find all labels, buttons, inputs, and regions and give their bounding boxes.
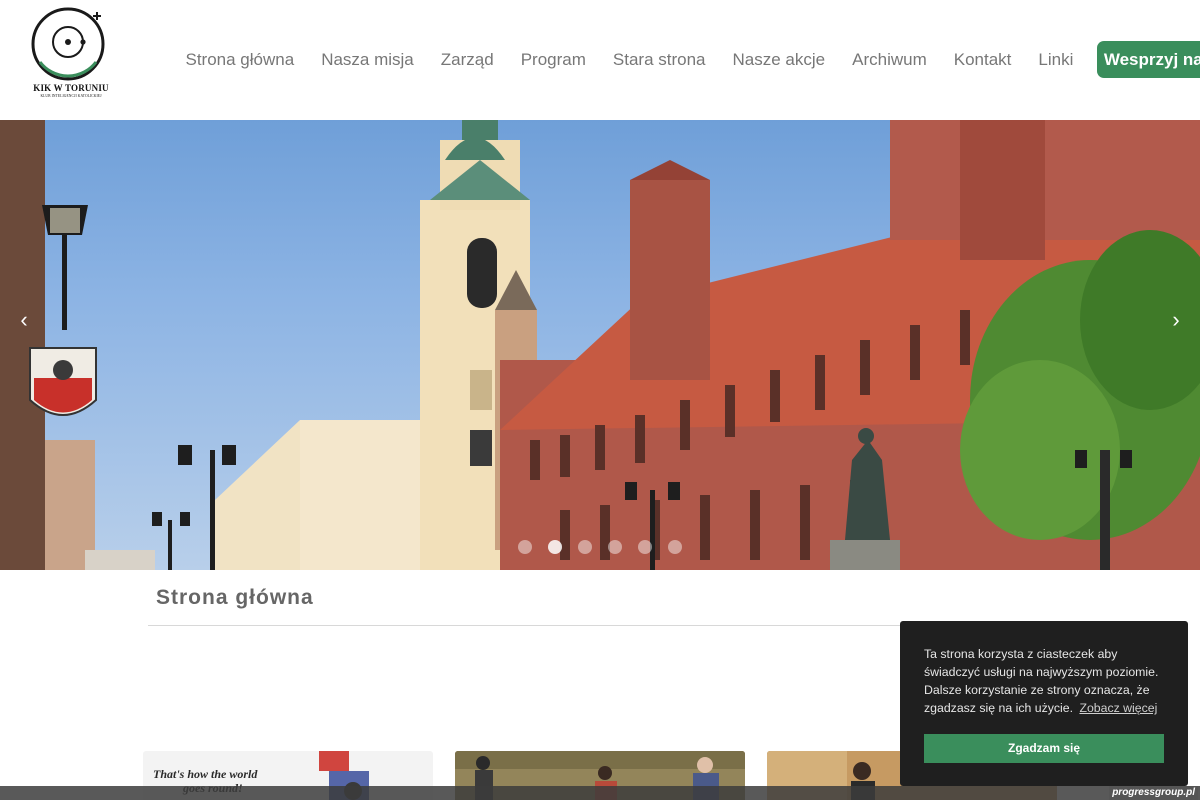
support-us-button[interactable]: Wesprzyj nas bbox=[1096, 41, 1200, 78]
slider-dot[interactable] bbox=[578, 540, 592, 554]
hero-slider: ‹ › bbox=[0, 120, 1200, 570]
nav-item-actions[interactable]: Nasze akcje bbox=[719, 50, 839, 70]
nav-item-archive[interactable]: Archiwum bbox=[839, 50, 941, 70]
card-text-line: That's how the world bbox=[153, 767, 258, 781]
slider-dot[interactable] bbox=[608, 540, 622, 554]
slider-dot[interactable] bbox=[518, 540, 532, 554]
cookie-consent-popup: Ta strona korzysta z ciasteczek aby świa… bbox=[900, 621, 1188, 786]
cookie-message: Ta strona korzysta z ciasteczek aby świa… bbox=[924, 645, 1170, 717]
nav-item-links[interactable]: Linki bbox=[1025, 50, 1087, 70]
logo-title: KIK W TORUNIU bbox=[33, 83, 109, 93]
nav-item-old-site[interactable]: Stara strona bbox=[599, 50, 719, 70]
page-title: Strona główna bbox=[156, 586, 314, 609]
slider-dot-active[interactable] bbox=[548, 540, 562, 554]
site-header: KIK W TORUNIU KLUB INTELIGENCJI KATOLICK… bbox=[0, 0, 1200, 120]
nav-item-mission[interactable]: Nasza misja bbox=[308, 50, 428, 70]
site-logo[interactable]: KIK W TORUNIU KLUB INTELIGENCJI KATOLICK… bbox=[30, 4, 112, 100]
chevron-left-icon: ‹ bbox=[20, 307, 28, 332]
nav-item-program[interactable]: Program bbox=[507, 50, 599, 70]
slider-dot[interactable] bbox=[668, 540, 682, 554]
cookie-accept-button[interactable]: Zgadzam się bbox=[924, 734, 1164, 763]
bottom-bar: progressgroup.pl bbox=[0, 786, 1200, 800]
chevron-right-icon: › bbox=[1172, 307, 1180, 332]
slider-next-button[interactable]: › bbox=[1166, 307, 1186, 332]
main-nav: Strona główna Nasza misja Zarząd Program… bbox=[172, 41, 1200, 78]
nav-item-board[interactable]: Zarząd bbox=[427, 50, 507, 70]
credit-link[interactable]: progressgroup.pl bbox=[1109, 786, 1198, 800]
cookie-more-link[interactable]: Zobacz więcej bbox=[1079, 701, 1157, 715]
slider-prev-button[interactable]: ‹ bbox=[14, 307, 34, 332]
nav-item-contact[interactable]: Kontakt bbox=[940, 50, 1025, 70]
kik-logo-icon bbox=[31, 7, 105, 81]
slider-dot[interactable] bbox=[638, 540, 652, 554]
logo-subtitle: KLUB INTELIGENCJI KATOLICKIEJ bbox=[40, 94, 102, 98]
nav-item-home[interactable]: Strona główna bbox=[172, 50, 308, 70]
title-divider bbox=[148, 625, 908, 626]
slider-dots bbox=[518, 540, 682, 554]
slide-image bbox=[0, 120, 1200, 570]
